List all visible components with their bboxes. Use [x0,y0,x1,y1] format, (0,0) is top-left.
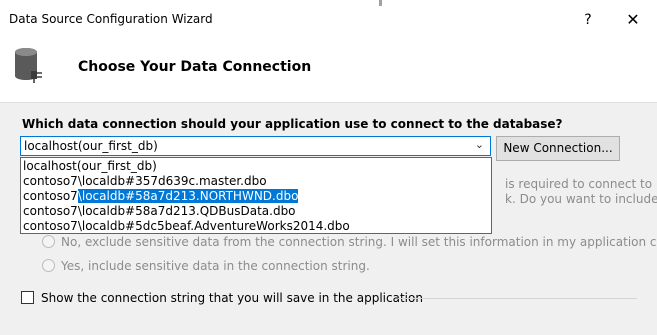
help-button[interactable]: ? [569,6,607,34]
dropdown-option[interactable]: contoso7\localdb#58a7d213.QDBusData.dbo [21,204,491,219]
radio-include-sensitive[interactable]: Yes, include sensitive data in the conne… [42,259,370,273]
window-edge-mark [379,0,382,6]
sensitive-info-text-line2: k. Do you want to include [505,192,657,206]
sensitive-info-text-line1: is required to connect to [505,177,653,191]
window-title: Data Source Configuration Wizard [9,12,213,26]
combobox-value: localhost(our_first_db) [24,139,158,153]
connection-combobox[interactable]: localhost(our_first_db) ⌄ [20,136,491,156]
page-title: Choose Your Data Connection [78,59,312,75]
radio-button[interactable] [42,259,55,272]
wizard-header: Choose Your Data Connection [0,38,657,103]
dropdown-option-hovered[interactable]: contoso7\localdb#58a7d213.NORTHWND.dbo [21,189,491,204]
title-bar: Data Source Configuration Wizard ? ✕ [0,0,657,38]
radio-exclude-sensitive[interactable]: No, exclude sensitive data from the conn… [42,235,657,249]
close-button[interactable]: ✕ [614,6,652,34]
dropdown-option[interactable]: contoso7\localdb#5dc5beaf.AdventureWorks… [21,219,491,234]
radio-label: No, exclude sensitive data from the conn… [61,235,657,249]
dropdown-option[interactable]: localhost(our_first_db) [21,159,491,174]
radio-button[interactable] [42,235,55,248]
chevron-down-icon[interactable]: ⌄ [475,138,484,151]
connection-question: Which data connection should your applic… [22,117,563,131]
database-connect-icon [15,48,42,83]
dropdown-option[interactable]: contoso7\localdb#357d639c.master.dbo [21,174,491,189]
expander-divider [398,298,637,299]
checkbox-label: Show the connection string that you will… [41,291,423,305]
checkbox[interactable] [21,291,34,304]
show-connection-string-checkbox[interactable]: Show the connection string that you will… [21,291,423,305]
new-connection-button[interactable]: New Connection... [496,136,620,161]
wizard-dialog: Data Source Configuration Wizard ? ✕ Cho… [0,0,657,335]
connection-dropdown-list: localhost(our_first_db) contoso7\localdb… [20,157,492,234]
radio-label: Yes, include sensitive data in the conne… [61,259,370,273]
selection-highlight: \localdb#58a7d213.NORTHWND.dbo [77,189,299,203]
